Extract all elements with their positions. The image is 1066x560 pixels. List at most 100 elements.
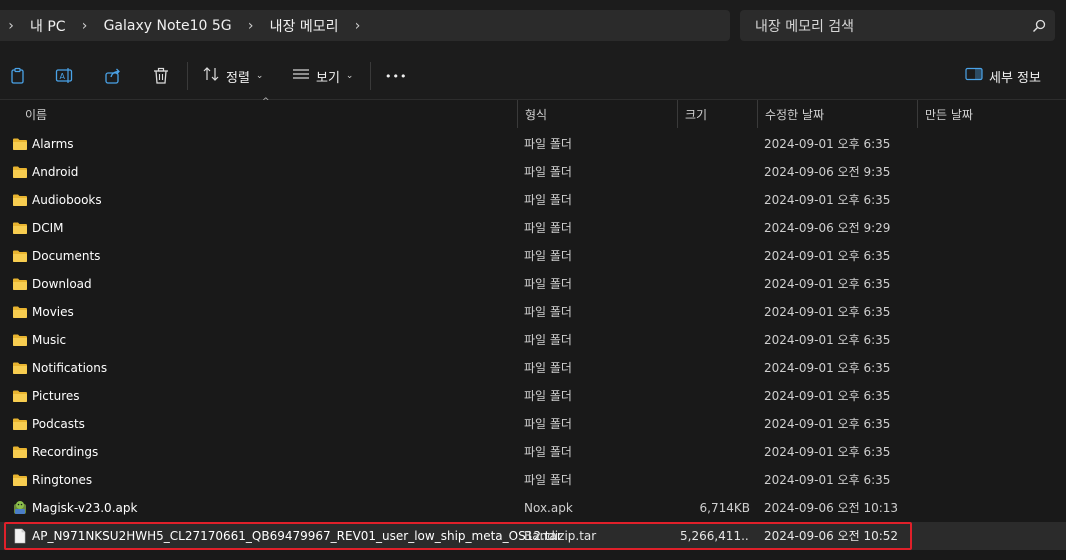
folder-icon bbox=[12, 472, 28, 488]
file-size bbox=[680, 410, 750, 438]
file-type: Bandizip.tar bbox=[524, 529, 597, 543]
file-row[interactable]: Pictures 파일 폴더 2024-09-01 오후 6:35 bbox=[0, 382, 1066, 410]
file-modified-date: 2024-09-06 오전 9:35 bbox=[764, 165, 891, 179]
chevron-right-icon[interactable]: › bbox=[240, 18, 262, 34]
folder-icon bbox=[12, 444, 28, 460]
sort-icon bbox=[202, 66, 220, 86]
file-type: 파일 폴더 bbox=[524, 417, 572, 431]
file-size bbox=[680, 214, 750, 242]
file-row[interactable]: AP_N971NKSU2HWH5_CL27170661_QB69479967_R… bbox=[0, 522, 1066, 550]
file-row[interactable]: Download 파일 폴더 2024-09-01 오후 6:35 bbox=[0, 270, 1066, 298]
file-name: Alarms bbox=[32, 137, 74, 151]
folder-icon bbox=[12, 304, 28, 320]
file-size bbox=[680, 130, 750, 158]
breadcrumb-item-device[interactable]: Galaxy Note10 5G bbox=[96, 18, 240, 34]
chevron-down-icon: ⌄ bbox=[255, 71, 264, 81]
column-header-modified[interactable]: 수정한 날짜 bbox=[758, 100, 918, 128]
breadcrumb-item-internal-storage[interactable]: 내장 메모리 bbox=[262, 16, 347, 36]
file-name: Documents bbox=[32, 249, 101, 263]
file-row[interactable]: DCIM 파일 폴더 2024-09-06 오전 9:29 bbox=[0, 214, 1066, 242]
column-header-row: ^ 이름 형식 크기 수정한 날짜 만든 날짜 bbox=[0, 97, 1066, 128]
file-modified-date: 2024-09-01 오후 6:35 bbox=[764, 417, 891, 431]
file-name: Podcasts bbox=[32, 417, 85, 431]
file-row[interactable]: Ringtones 파일 폴더 2024-09-01 오후 6:35 bbox=[0, 466, 1066, 494]
file-name: Notifications bbox=[32, 361, 108, 375]
folder-icon bbox=[12, 416, 28, 432]
file-modified-date: 2024-09-06 오전 10:13 bbox=[764, 501, 899, 515]
file-row[interactable]: Recordings 파일 폴더 2024-09-01 오후 6:35 bbox=[0, 438, 1066, 466]
file-name: AP_N971NKSU2HWH5_CL27170661_QB69479967_R… bbox=[32, 529, 562, 543]
file-size bbox=[680, 326, 750, 354]
file-row[interactable]: Podcasts 파일 폴더 2024-09-01 오후 6:35 bbox=[0, 410, 1066, 438]
file-size bbox=[680, 158, 750, 186]
file-modified-date: 2024-09-01 오후 6:35 bbox=[764, 473, 891, 487]
file-type: 파일 폴더 bbox=[524, 333, 572, 347]
toolbar-divider bbox=[370, 62, 371, 90]
file-modified-date: 2024-09-01 오후 6:35 bbox=[764, 305, 891, 319]
folder-icon bbox=[12, 164, 28, 180]
search-box[interactable]: 내장 메모리 검색 bbox=[740, 10, 1055, 41]
column-header-name[interactable]: 이름 bbox=[0, 100, 518, 128]
sort-button[interactable]: 정렬 ⌄ bbox=[202, 64, 263, 88]
svg-text:A: A bbox=[60, 72, 66, 81]
file-modified-date: 2024-09-01 오후 6:35 bbox=[764, 277, 891, 291]
share-icon[interactable] bbox=[101, 64, 125, 88]
file-size bbox=[680, 298, 750, 326]
apk-icon bbox=[12, 500, 28, 516]
file-name: Download bbox=[32, 277, 92, 291]
file-name: Audiobooks bbox=[32, 193, 102, 207]
more-options-button[interactable]: ••• bbox=[385, 64, 407, 88]
chevron-right-icon[interactable]: › bbox=[74, 18, 96, 34]
details-pane-label: 세부 정보 bbox=[989, 70, 1041, 86]
file-size bbox=[680, 382, 750, 410]
file-size: 6,714KB bbox=[699, 501, 750, 515]
file-name: Movies bbox=[32, 305, 74, 319]
file-name: Pictures bbox=[32, 389, 80, 403]
delete-icon[interactable] bbox=[149, 64, 173, 88]
file-size bbox=[680, 438, 750, 466]
file-type: 파일 폴더 bbox=[524, 361, 572, 375]
paste-icon[interactable] bbox=[6, 64, 30, 88]
file-row[interactable]: Magisk-v23.0.apk Nox.apk 6,714KB 2024-09-06… bbox=[0, 494, 1066, 522]
breadcrumb-item-this-pc[interactable]: 내 PC bbox=[22, 16, 74, 36]
file-row[interactable]: Documents 파일 폴더 2024-09-01 오후 6:35 bbox=[0, 242, 1066, 270]
file-row[interactable]: Android 파일 폴더 2024-09-06 오전 9:35 bbox=[0, 158, 1066, 186]
details-pane-button[interactable]: 세부 정보 bbox=[965, 64, 1041, 88]
file-row[interactable]: Movies 파일 폴더 2024-09-01 오후 6:35 bbox=[0, 298, 1066, 326]
column-header-size[interactable]: 크기 bbox=[678, 100, 758, 128]
file-size bbox=[680, 466, 750, 494]
file-row[interactable]: Notifications 파일 폴더 2024-09-01 오후 6:35 bbox=[0, 354, 1066, 382]
chevron-right-icon[interactable]: › bbox=[347, 18, 369, 34]
column-header-type[interactable]: 형식 bbox=[518, 100, 678, 128]
file-modified-date: 2024-09-01 오후 6:35 bbox=[764, 137, 891, 151]
folder-icon bbox=[12, 360, 28, 376]
file-name: Magisk-v23.0.apk bbox=[32, 501, 138, 515]
file-size: 5,266,411... bbox=[680, 529, 750, 543]
column-header-created[interactable]: 만든 날짜 bbox=[918, 100, 1066, 128]
toolbar-divider bbox=[187, 62, 188, 90]
file-size bbox=[680, 242, 750, 270]
file-size bbox=[680, 186, 750, 214]
file-modified-date: 2024-09-01 오후 6:35 bbox=[764, 193, 891, 207]
chevron-right-icon[interactable]: › bbox=[0, 18, 22, 34]
folder-icon bbox=[12, 192, 28, 208]
rename-icon[interactable]: A bbox=[53, 64, 77, 88]
file-modified-date: 2024-09-06 오전 10:52 bbox=[764, 529, 899, 543]
address-bar[interactable]: › 내 PC › Galaxy Note10 5G › 내장 메모리 › bbox=[0, 10, 730, 41]
file-type: 파일 폴더 bbox=[524, 165, 572, 179]
file-row[interactable]: Music 파일 폴더 2024-09-01 오후 6:35 bbox=[0, 326, 1066, 354]
file-row[interactable]: Alarms 파일 폴더 2024-09-01 오후 6:35 bbox=[0, 130, 1066, 158]
file-name: Music bbox=[32, 333, 67, 347]
file-type: 파일 폴더 bbox=[524, 137, 572, 151]
folder-icon bbox=[12, 248, 28, 264]
chevron-down-icon: ⌄ bbox=[345, 71, 354, 81]
file-modified-date: 2024-09-06 오전 9:29 bbox=[764, 221, 891, 235]
file-icon bbox=[12, 528, 28, 544]
search-icon[interactable] bbox=[1023, 19, 1055, 33]
file-name: DCIM bbox=[32, 221, 64, 235]
view-button[interactable]: 보기 ⌄ bbox=[292, 64, 353, 88]
file-row[interactable]: Audiobooks 파일 폴더 2024-09-01 오후 6:35 bbox=[0, 186, 1066, 214]
search-input[interactable]: 내장 메모리 검색 bbox=[755, 16, 1023, 36]
view-icon bbox=[292, 67, 310, 85]
folder-icon bbox=[12, 332, 28, 348]
